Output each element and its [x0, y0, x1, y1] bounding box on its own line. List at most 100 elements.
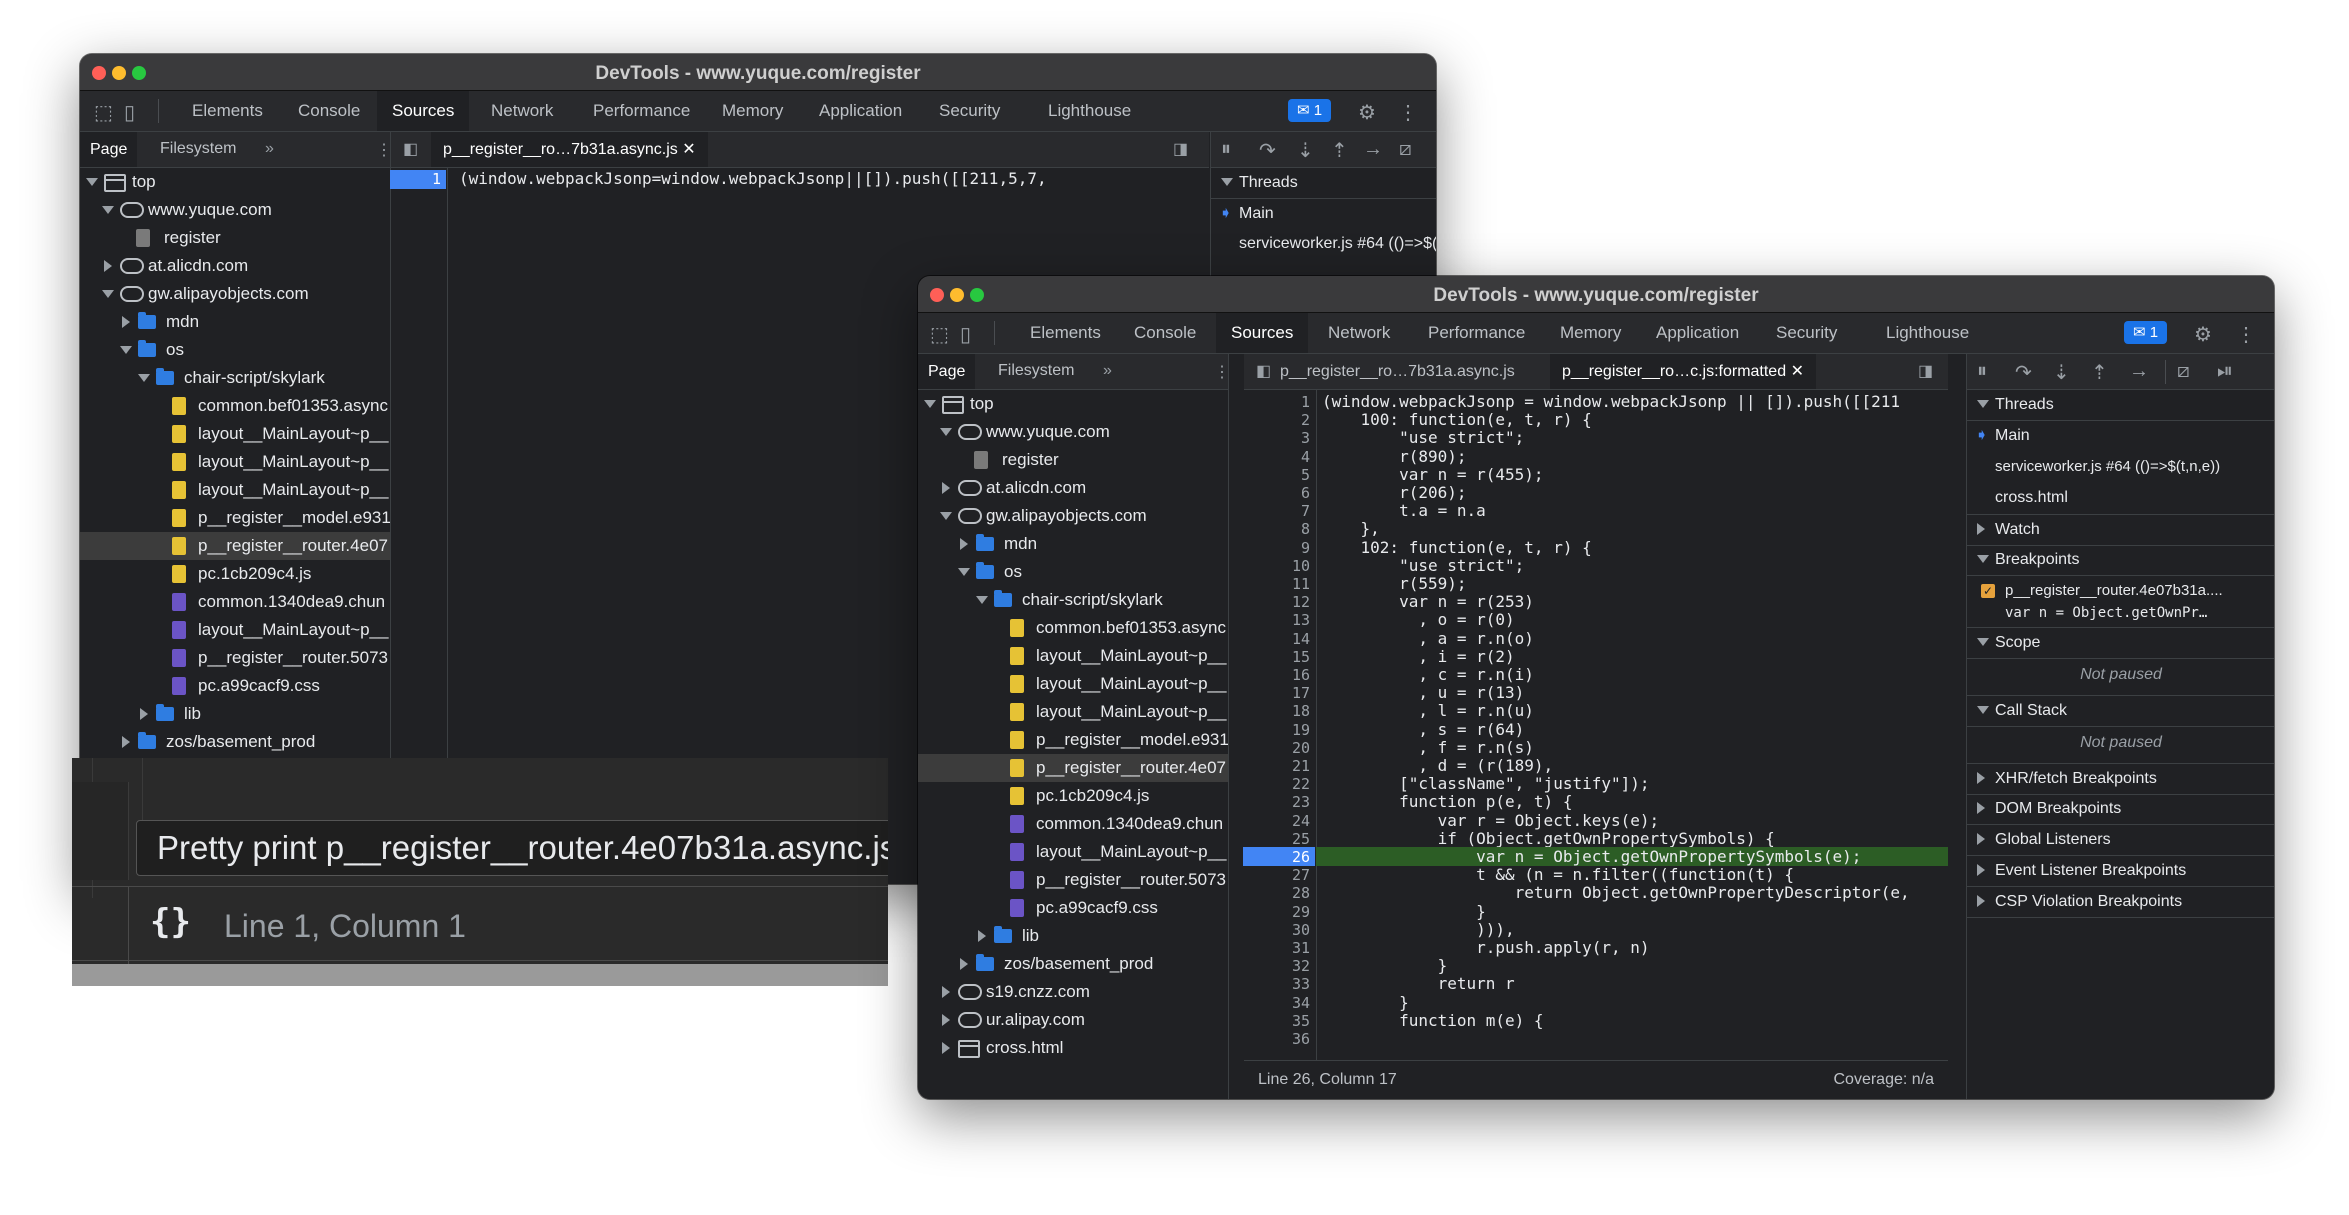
line-number[interactable]: 13: [1292, 611, 1310, 629]
nav-tab-filesystem[interactable]: Filesystem: [160, 140, 236, 158]
tree-item[interactable]: layout__MainLayout~p__: [80, 476, 390, 504]
line-number[interactable]: 6: [1301, 484, 1310, 502]
thread-main[interactable]: ➧ Main: [1211, 199, 1436, 229]
pretty-print-button-icon[interactable]: {}: [150, 902, 191, 942]
more-tabs-icon[interactable]: »: [1103, 362, 1112, 380]
step-into-icon[interactable]: ⇣: [1297, 138, 1314, 163]
line-number[interactable]: 15: [1292, 648, 1310, 666]
tab-console[interactable]: Console: [298, 101, 360, 121]
pause-icon[interactable]: ⏸: [1221, 138, 1231, 161]
tab-lighthouse[interactable]: Lighthouse: [1886, 323, 1969, 343]
line-number[interactable]: 4: [1301, 448, 1310, 466]
line-number[interactable]: 7: [1301, 502, 1310, 520]
tree-item[interactable]: p__register__model.e931: [80, 504, 390, 532]
line-number[interactable]: 11: [1292, 575, 1310, 593]
close-tab-icon[interactable]: ✕: [682, 141, 695, 158]
tree-item[interactable]: pc.a99cacf9.css: [918, 894, 1228, 922]
step-out-icon[interactable]: ⇡: [1331, 138, 1348, 163]
tab-console[interactable]: Console: [1134, 323, 1196, 343]
tree-item[interactable]: register: [80, 224, 390, 252]
event-listener-breakpoints-section[interactable]: Event Listener Breakpoints: [1967, 856, 2274, 887]
line-number[interactable]: 19: [1292, 721, 1310, 739]
line-number[interactable]: 33: [1292, 975, 1310, 993]
toggle-debugger-icon[interactable]: ◨: [1161, 132, 1200, 167]
device-toolbar-icon[interactable]: ▯: [124, 100, 135, 125]
tree-item[interactable]: top: [918, 390, 1228, 418]
line-number[interactable]: 21: [1292, 757, 1310, 775]
tree-item[interactable]: layout__MainLayout~p__: [80, 420, 390, 448]
tree-item[interactable]: common.1340dea9.chun: [80, 588, 390, 616]
file-tab[interactable]: p__register__ro…7b31a.async.js: [1268, 354, 1527, 389]
dom-breakpoints-section[interactable]: DOM Breakpoints: [1967, 794, 2274, 825]
step-over-icon[interactable]: ↷: [2015, 360, 2032, 385]
pause-icon[interactable]: ⏸: [1977, 360, 1987, 383]
line-number[interactable]: 2: [1301, 411, 1310, 429]
thread-cross-html[interactable]: cross.html: [1967, 483, 2274, 513]
tree-item[interactable]: gw.alipayobjects.com: [80, 280, 390, 308]
line-number[interactable]: 8: [1301, 520, 1310, 538]
line-gutter[interactable]: 1 2 3 4 5 6 7 8 9 10 11 12 13 14 15 16 17 18 19 20 21 22 23 24 2…: [1243, 390, 1317, 1061]
tree-item[interactable]: chair-script/skylark: [80, 364, 390, 392]
watch-section[interactable]: Watch: [1967, 514, 2274, 546]
tree-item[interactable]: chair-script/skylark: [918, 586, 1228, 614]
tab-sources[interactable]: Sources: [1216, 313, 1309, 353]
tab-application[interactable]: Application: [1656, 323, 1739, 343]
line-number[interactable]: 20: [1292, 739, 1310, 757]
step-out-icon[interactable]: ⇡: [2091, 360, 2108, 385]
tree-item-selected[interactable]: p__register__router.4e07: [918, 754, 1228, 782]
tree-item[interactable]: top: [80, 168, 390, 196]
line-number[interactable]: 25: [1292, 830, 1310, 848]
thread-main[interactable]: ➧ Main: [1967, 421, 2274, 451]
threads-section[interactable]: Threads: [1967, 390, 2274, 421]
tab-memory[interactable]: Memory: [1560, 323, 1621, 343]
line-number[interactable]: 36: [1292, 1030, 1310, 1048]
tree-item[interactable]: common.bef01353.async: [918, 614, 1228, 642]
nav-tab-page[interactable]: Page: [80, 132, 138, 167]
tree-item-selected[interactable]: p__register__router.4e07: [80, 532, 390, 560]
tree-item[interactable]: p__register__router.5073: [80, 644, 390, 672]
line-number[interactable]: 12: [1292, 593, 1310, 611]
line-number[interactable]: 31: [1292, 939, 1310, 957]
settings-gear-icon[interactable]: ⚙: [1358, 100, 1376, 125]
tree-item[interactable]: lib: [80, 700, 390, 728]
tab-application[interactable]: Application: [819, 101, 902, 121]
file-tab[interactable]: p__register__ro…7b31a.async.js ✕: [431, 132, 708, 167]
tree-item[interactable]: at.alicdn.com: [918, 474, 1228, 502]
tree-item[interactable]: cross.html: [918, 1034, 1228, 1062]
tree-item[interactable]: layout__MainLayout~p__: [918, 838, 1228, 866]
tree-item[interactable]: layout__MainLayout~p__: [80, 448, 390, 476]
tree-item[interactable]: mdn: [80, 308, 390, 336]
deactivate-breakpoints-icon[interactable]: ⧄: [1399, 138, 1412, 161]
line-number[interactable]: 32: [1292, 957, 1310, 975]
device-toolbar-icon[interactable]: ▯: [960, 322, 971, 347]
pause-on-exceptions-icon[interactable]: ⏯: [2217, 360, 2233, 383]
nav-tab-page[interactable]: Page: [918, 354, 976, 389]
tree-item[interactable]: zos/basement_prod: [918, 950, 1228, 978]
call-stack-section[interactable]: Call Stack: [1967, 695, 2274, 727]
breakpoints-section[interactable]: Breakpoints: [1967, 545, 2274, 576]
code-editor[interactable]: (window.webpackJsonp = window.webpackJso…: [1316, 390, 1948, 1061]
tree-item[interactable]: pc.1cb209c4.js: [918, 782, 1228, 810]
tab-network[interactable]: Network: [491, 101, 553, 121]
line-number[interactable]: 35: [1292, 1012, 1310, 1030]
deactivate-breakpoints-icon[interactable]: ⧄: [2177, 360, 2190, 383]
line-number[interactable]: 10: [1292, 557, 1310, 575]
csp-violation-breakpoints-section[interactable]: CSP Violation Breakpoints: [1967, 887, 2274, 918]
scope-section[interactable]: Scope: [1967, 627, 2274, 659]
line-number[interactable]: 16: [1292, 666, 1310, 684]
nav-tab-filesystem[interactable]: Filesystem: [998, 362, 1074, 380]
breakpoint-checkbox[interactable]: ✓: [1981, 584, 1995, 598]
tree-item[interactable]: lib: [918, 922, 1228, 950]
step-icon[interactable]: →: [2129, 360, 2149, 383]
line-number[interactable]: 22: [1292, 775, 1310, 793]
tree-item[interactable]: layout__MainLayout~p__: [918, 642, 1228, 670]
tree-item[interactable]: pc.1cb209c4.js: [80, 560, 390, 588]
xhr-breakpoints-section[interactable]: XHR/fetch Breakpoints: [1967, 763, 2274, 795]
line-number[interactable]: 23: [1292, 793, 1310, 811]
nav-menu-icon[interactable]: ⋮: [1214, 362, 1230, 382]
thread-serviceworker[interactable]: serviceworker.js #64 (()=>$(t,n,e)): [1211, 229, 1436, 259]
tree-item[interactable]: at.alicdn.com: [80, 252, 390, 280]
line-number[interactable]: 17: [1292, 684, 1310, 702]
issues-badge[interactable]: ✉ 1: [1288, 99, 1332, 122]
line-number[interactable]: 30: [1292, 921, 1310, 939]
